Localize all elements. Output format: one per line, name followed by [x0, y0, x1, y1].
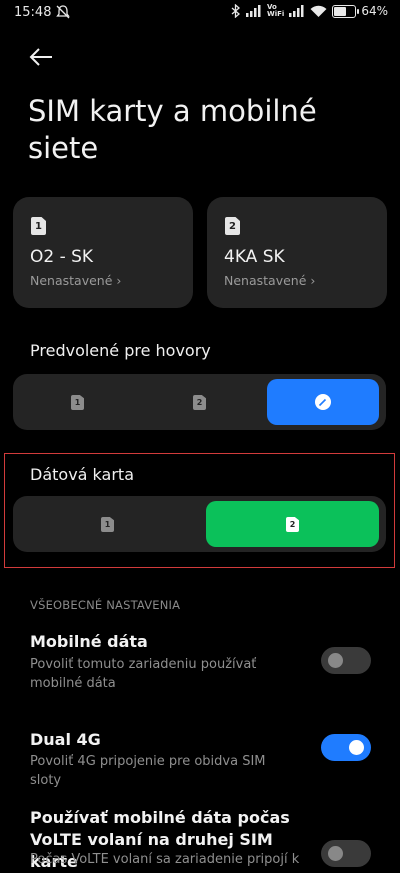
sim-1-status: Nenastavené › [30, 273, 122, 288]
calls-default-label: Predvolené pre hovory [30, 341, 211, 360]
sim-2-icon: 2 [286, 517, 299, 532]
data-card-selector: 1 2 [13, 496, 386, 552]
sim-2-icon: 2 [193, 395, 206, 410]
calls-option-sim1[interactable]: 1 [18, 379, 136, 425]
page-title: SIM karty a mobilné siete [28, 94, 317, 165]
dual-4g-title: Dual 4G [30, 730, 101, 749]
back-button[interactable] [26, 42, 58, 72]
bluetooth-icon [231, 4, 241, 18]
status-icons: Vo WiFi 64% [231, 4, 388, 18]
sim-1-icon: 1 [71, 395, 84, 410]
battery-percent: 64% [361, 4, 388, 18]
volte-data-subtitle: Počas VoLTE volaní sa zariadenie pripojí… [30, 852, 300, 867]
dual-4g-subtitle: Povoliť 4G pripojenie pre obidva SIM slo… [30, 754, 266, 788]
dual-4g-toggle[interactable] [321, 734, 371, 761]
mobile-data-subtitle: Povoliť tomuto zariadeniu používať mobil… [30, 657, 257, 691]
status-bar: 15:48 Vo WiFi 64% [0, 0, 400, 28]
sim-1-name: O2 - SK [30, 247, 94, 267]
data-card-label: Dátová karta [30, 465, 134, 484]
vowifi-icon: Vo WiFi [267, 3, 285, 18]
calls-option-ask[interactable] [267, 379, 379, 425]
sim-card-1[interactable]: 1 O2 - SK Nenastavené › [13, 197, 193, 308]
wifi-icon [310, 5, 327, 18]
arrow-left-icon [29, 48, 52, 66]
calls-option-sim2[interactable]: 2 [140, 379, 258, 425]
data-option-sim2[interactable]: 2 [206, 501, 379, 547]
sim-2-icon: 2 [225, 217, 240, 235]
data-option-sim1[interactable]: 1 [18, 501, 198, 547]
signal-sim2-icon [289, 5, 305, 17]
notifications-muted-icon [55, 4, 71, 20]
signal-sim1-icon [246, 5, 262, 17]
battery-icon [332, 4, 360, 18]
volte-data-toggle[interactable] [321, 840, 371, 867]
sim-1-icon: 1 [101, 517, 114, 532]
sim-2-status: Nenastavené › [224, 273, 316, 288]
sim-2-name: 4KA SK [224, 247, 285, 267]
edit-icon [315, 394, 331, 410]
sim-card-2[interactable]: 2 4KA SK Nenastavené › [207, 197, 387, 308]
sim-1-icon: 1 [31, 217, 46, 235]
status-time: 15:48 [14, 5, 52, 20]
calls-default-selector: 1 2 [13, 374, 386, 430]
general-settings-header: VŠEOBECNÉ NASTAVENIA [30, 598, 181, 612]
mobile-data-toggle[interactable] [321, 647, 371, 674]
mobile-data-title: Mobilné dáta [30, 632, 148, 651]
